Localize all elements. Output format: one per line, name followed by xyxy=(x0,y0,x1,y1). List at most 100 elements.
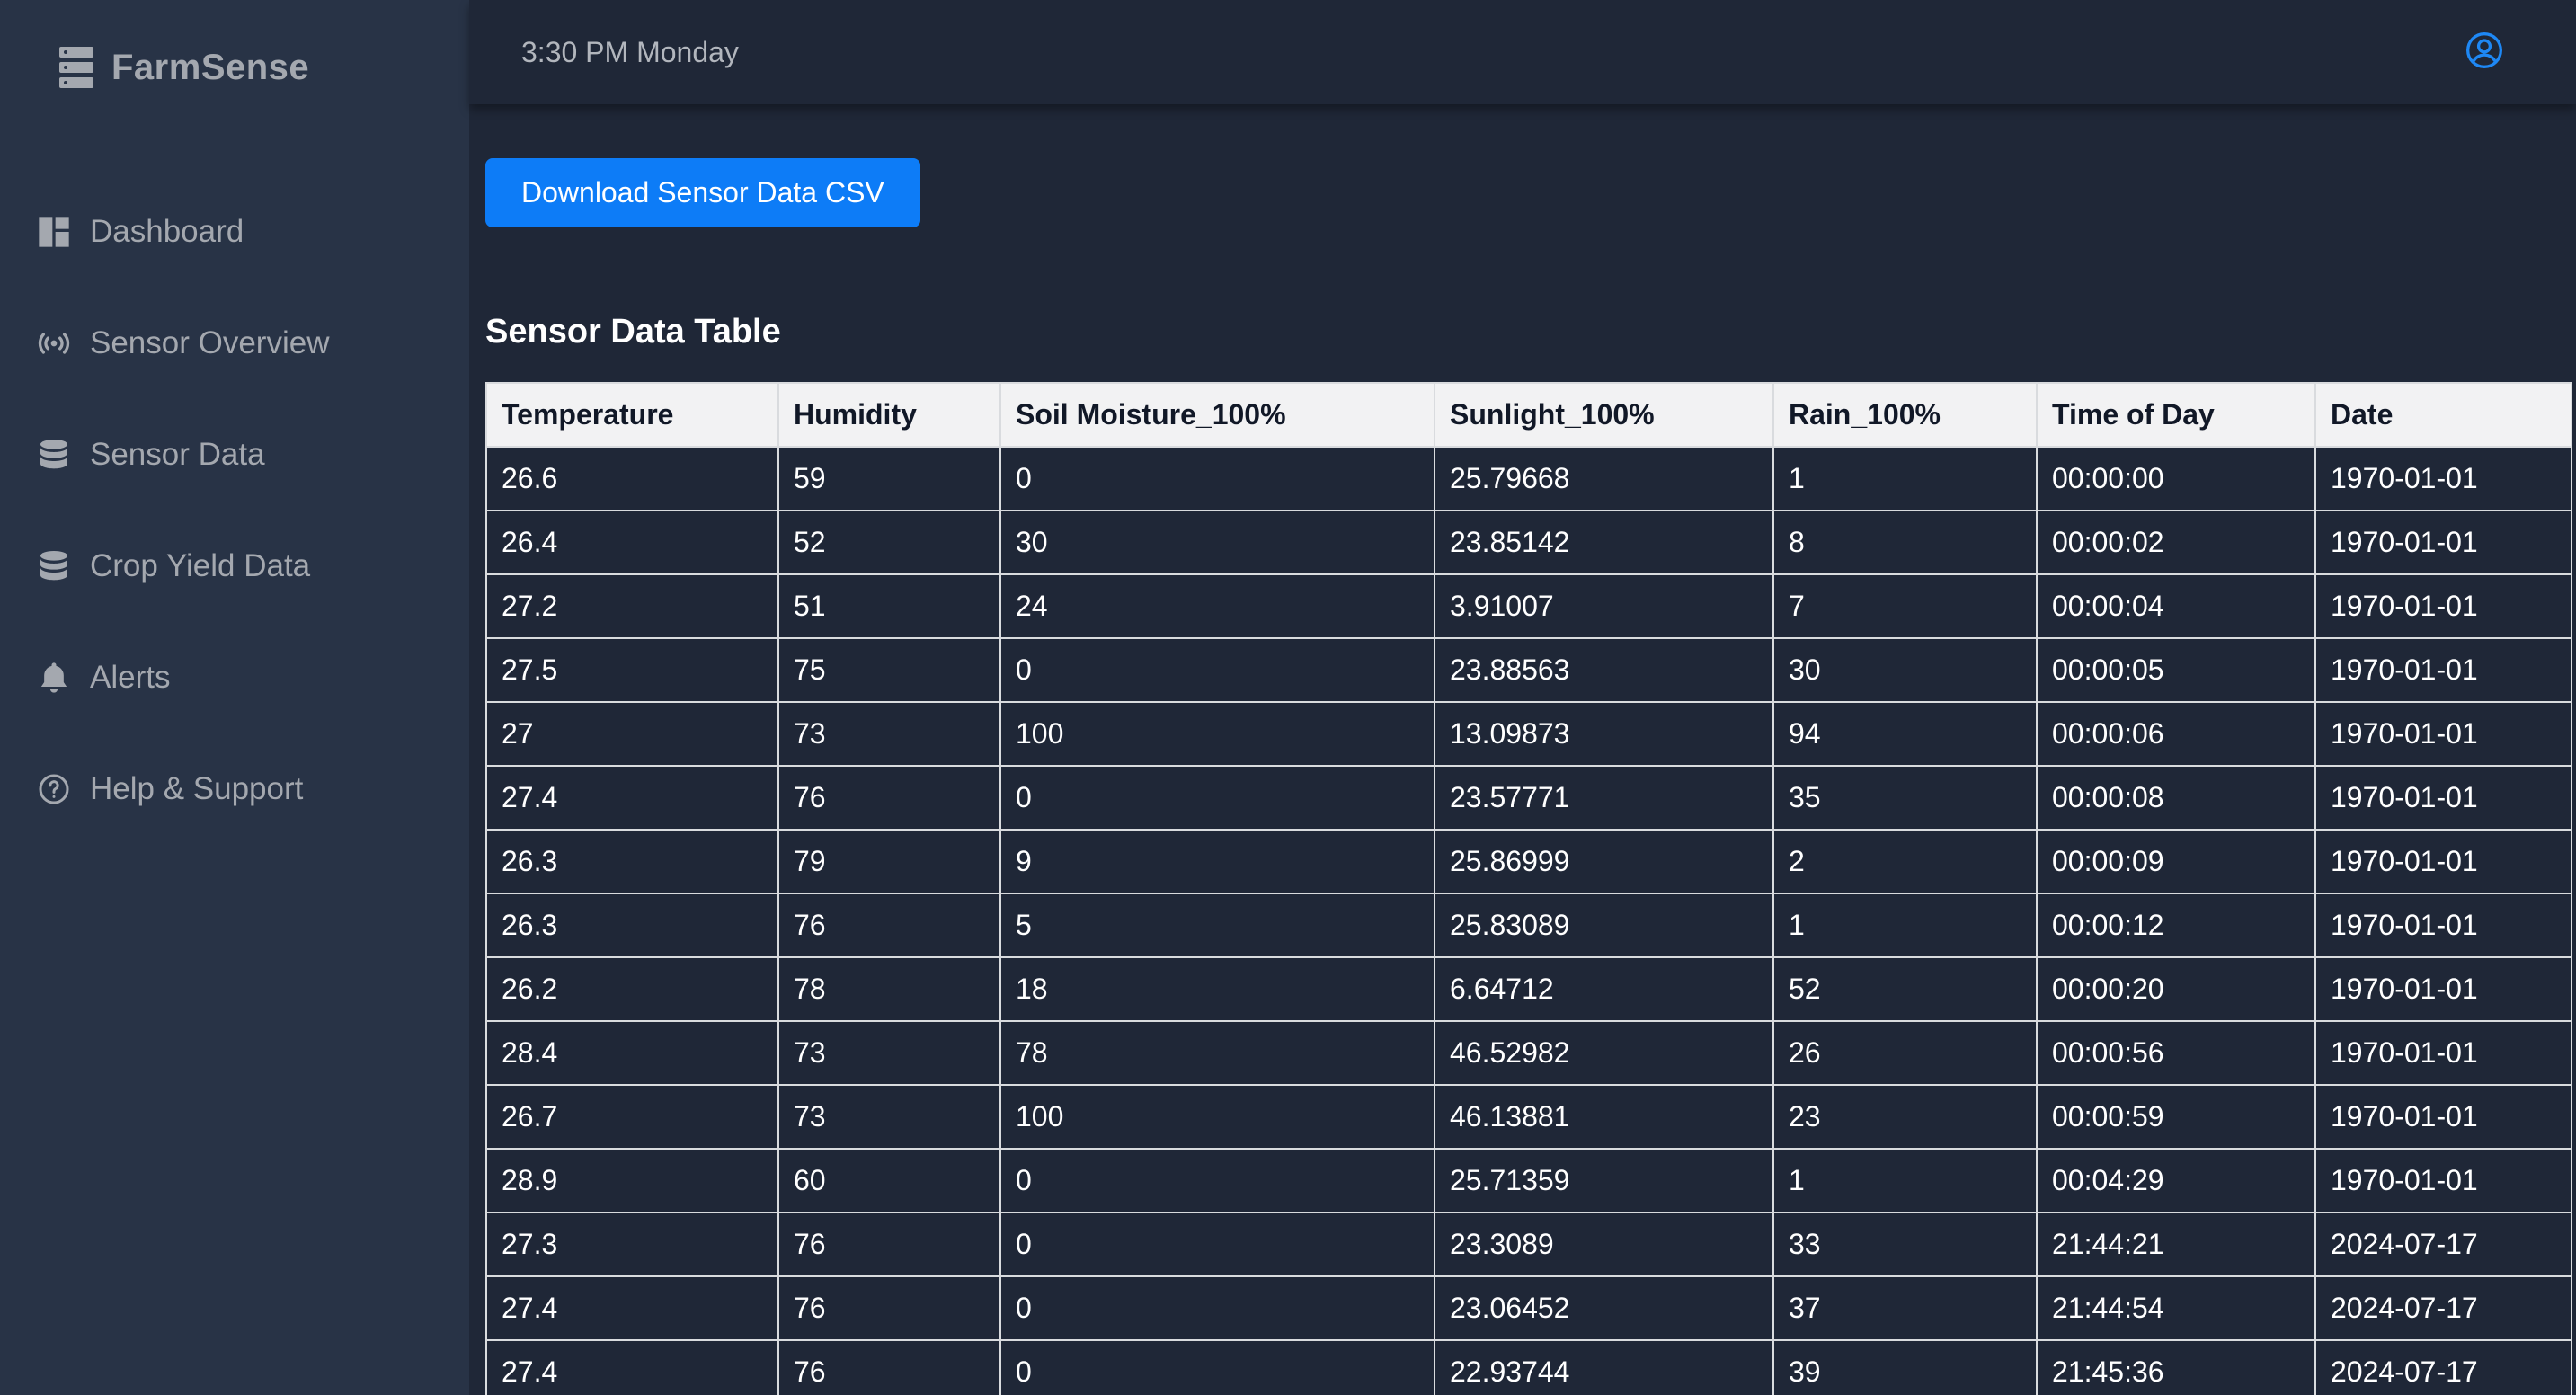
table-cell: 1970-01-01 xyxy=(2314,1148,2572,1213)
sidebar-item-sensor-overview[interactable]: Sensor Overview xyxy=(34,288,457,399)
table-cell: 21:44:21 xyxy=(2036,1212,2316,1277)
table-cell: 25.79668 xyxy=(1434,446,1774,511)
main-content: 3:30 PM Monday Download Sensor Data CSV … xyxy=(469,0,2576,1395)
table-cell: 0 xyxy=(999,446,1435,511)
table-cell: 1970-01-01 xyxy=(2314,765,2572,831)
table-cell: 60 xyxy=(777,1148,1001,1213)
broadcast-icon xyxy=(34,324,74,363)
table-cell: 25.71359 xyxy=(1434,1148,1774,1213)
table-cell: 59 xyxy=(777,446,1001,511)
user-circle-icon[interactable] xyxy=(2465,31,2504,75)
sidebar-item-label: Help & Support xyxy=(90,771,304,806)
sidebar-item-label: Crop Yield Data xyxy=(90,548,311,583)
table-cell: 1970-01-01 xyxy=(2314,956,2572,1022)
table-row: 26.2 78 18 6.64712 52 00:00:20 1970-01-01 xyxy=(485,956,2572,1022)
help-circle-icon xyxy=(34,769,74,809)
table-cell: 46.13881 xyxy=(1434,1084,1774,1150)
table-row: 26.3 79 9 25.86999 2 00:00:09 1970-01-01 xyxy=(485,829,2572,894)
table-cell: 35 xyxy=(1772,765,2038,831)
sidebar-item-label: Alerts xyxy=(90,660,171,695)
table-cell: 94 xyxy=(1772,701,2038,767)
table-row: 26.4 52 30 23.85142 8 00:00:02 1970-01-01 xyxy=(485,510,2572,575)
table-row: 27.4 76 0 22.93744 39 21:45:36 2024-07-17 xyxy=(485,1339,2572,1395)
table-row: 27 73 100 13.09873 94 00:00:06 1970-01-01 xyxy=(485,701,2572,767)
column-header[interactable]: Date xyxy=(2314,382,2572,448)
table-cell: 1970-01-01 xyxy=(2314,829,2572,894)
column-header[interactable]: Time of Day xyxy=(2036,382,2316,448)
table-cell: 75 xyxy=(777,637,1001,703)
table-cell: 27.3 xyxy=(485,1212,779,1277)
table-cell: 0 xyxy=(999,637,1435,703)
table-cell: 1970-01-01 xyxy=(2314,893,2572,958)
sidebar-item-alerts[interactable]: Alerts xyxy=(34,622,457,733)
table-cell: 26.3 xyxy=(485,829,779,894)
table-cell: 0 xyxy=(999,765,1435,831)
table-row: 27.5 75 0 23.88563 30 00:00:05 1970-01-01 xyxy=(485,637,2572,703)
server-icon xyxy=(59,45,93,90)
table-cell: 1970-01-01 xyxy=(2314,1020,2572,1086)
table-cell: 5 xyxy=(999,893,1435,958)
table-cell: 7 xyxy=(1772,573,2038,639)
table-cell: 23.06452 xyxy=(1434,1275,1774,1341)
table-cell: 52 xyxy=(777,510,1001,575)
table-cell: 26.6 xyxy=(485,446,779,511)
table-cell: 2 xyxy=(1772,829,2038,894)
table-cell: 21:45:36 xyxy=(2036,1339,2316,1395)
table-cell: 1970-01-01 xyxy=(2314,573,2572,639)
table-cell: 30 xyxy=(999,510,1435,575)
table-cell: 27 xyxy=(485,701,779,767)
table-cell: 26.4 xyxy=(485,510,779,575)
sidebar-item-help-support[interactable]: Help & Support xyxy=(34,733,457,845)
column-header[interactable]: Sunlight_100% xyxy=(1434,382,1774,448)
table-cell: 1970-01-01 xyxy=(2314,510,2572,575)
sidebar-item-crop-yield-data[interactable]: Crop Yield Data xyxy=(34,511,457,622)
table-cell: 00:00:05 xyxy=(2036,637,2316,703)
table-cell: 23 xyxy=(1772,1084,2038,1150)
download-csv-button[interactable]: Download Sensor Data CSV xyxy=(485,158,920,227)
column-header[interactable]: Humidity xyxy=(777,382,1001,448)
table-cell: 73 xyxy=(777,701,1001,767)
sidebar-item-label: Sensor Data xyxy=(90,437,265,472)
table-cell: 1970-01-01 xyxy=(2314,701,2572,767)
table-cell: 25.86999 xyxy=(1434,829,1774,894)
bell-icon xyxy=(34,658,74,698)
table-row: 26.6 59 0 25.79668 1 00:00:00 1970-01-01 xyxy=(485,446,2572,511)
sidebar-item-label: Sensor Overview xyxy=(90,325,330,360)
sensor-data-table: Temperature Humidity Soil Moisture_100% … xyxy=(485,382,2572,1395)
sidebar-item-dashboard[interactable]: Dashboard xyxy=(34,176,457,288)
table-cell: 00:00:06 xyxy=(2036,701,2316,767)
table-cell: 00:04:29 xyxy=(2036,1148,2316,1213)
dashboard-icon xyxy=(34,212,74,252)
table-cell: 1 xyxy=(1772,446,2038,511)
table-cell: 00:00:56 xyxy=(2036,1020,2316,1086)
table-cell: 100 xyxy=(999,701,1435,767)
current-time: 3:30 PM Monday xyxy=(521,35,739,68)
table-cell: 1 xyxy=(1772,893,2038,958)
top-bar: 3:30 PM Monday xyxy=(469,0,2576,104)
table-cell: 52 xyxy=(1772,956,2038,1022)
table-cell: 27.4 xyxy=(485,1339,779,1395)
table-cell: 76 xyxy=(777,893,1001,958)
table-cell: 76 xyxy=(777,1275,1001,1341)
table-row: 27.3 76 0 23.3089 33 21:44:21 2024-07-17 xyxy=(485,1212,2572,1277)
table-cell: 26.3 xyxy=(485,893,779,958)
table-cell: 9 xyxy=(999,829,1435,894)
column-header[interactable]: Temperature xyxy=(485,382,779,448)
table-cell: 1970-01-01 xyxy=(2314,446,2572,511)
table-cell: 25.83089 xyxy=(1434,893,1774,958)
table-cell: 26 xyxy=(1772,1020,2038,1086)
table-cell: 46.52982 xyxy=(1434,1020,1774,1086)
column-header[interactable]: Soil Moisture_100% xyxy=(999,382,1435,448)
sidebar-item-sensor-data[interactable]: Sensor Data xyxy=(34,399,457,511)
table-cell: 27.4 xyxy=(485,1275,779,1341)
table-cell: 100 xyxy=(999,1084,1435,1150)
table-row: 26.3 76 5 25.83089 1 00:00:12 1970-01-01 xyxy=(485,893,2572,958)
table-cell: 37 xyxy=(1772,1275,2038,1341)
brand[interactable]: FarmSense xyxy=(59,45,309,90)
table-row: 27.4 76 0 23.06452 37 21:44:54 2024-07-17 xyxy=(485,1275,2572,1341)
column-header[interactable]: Rain_100% xyxy=(1772,382,2038,448)
table-cell: 3.91007 xyxy=(1434,573,1774,639)
table-cell: 33 xyxy=(1772,1212,2038,1277)
table-row: 28.9 60 0 25.71359 1 00:04:29 1970-01-01 xyxy=(485,1148,2572,1213)
app-root: FarmSense Dashboard Sensor Overview Sens… xyxy=(0,0,2576,1395)
